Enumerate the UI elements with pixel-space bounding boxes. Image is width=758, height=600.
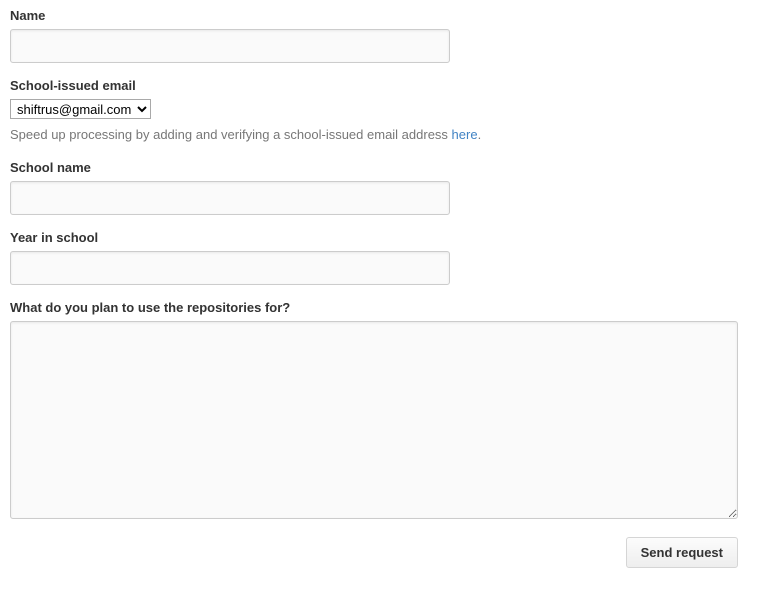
email-hint: Speed up processing by adding and verify… <box>10 127 748 142</box>
name-label: Name <box>10 8 748 23</box>
email-field-group: School-issued email shiftrus@gmail.com S… <box>10 78 748 142</box>
button-row: Send request <box>10 537 738 568</box>
email-hint-prefix: Speed up processing by adding and verify… <box>10 127 452 142</box>
school-name-field-group: School name <box>10 160 748 215</box>
send-request-button[interactable]: Send request <box>626 537 738 568</box>
name-input[interactable] <box>10 29 450 63</box>
plan-textarea[interactable] <box>10 321 738 519</box>
email-label: School-issued email <box>10 78 748 93</box>
plan-label: What do you plan to use the repositories… <box>10 300 748 315</box>
email-hint-link[interactable]: here <box>452 127 478 142</box>
name-field-group: Name <box>10 8 748 63</box>
plan-field-group: What do you plan to use the repositories… <box>10 300 748 522</box>
year-field-group: Year in school <box>10 230 748 285</box>
school-name-input[interactable] <box>10 181 450 215</box>
request-form: Name School-issued email shiftrus@gmail.… <box>10 8 748 568</box>
email-select[interactable]: shiftrus@gmail.com <box>10 99 151 119</box>
email-hint-suffix: . <box>478 127 482 142</box>
year-input[interactable] <box>10 251 450 285</box>
school-name-label: School name <box>10 160 748 175</box>
year-label: Year in school <box>10 230 748 245</box>
